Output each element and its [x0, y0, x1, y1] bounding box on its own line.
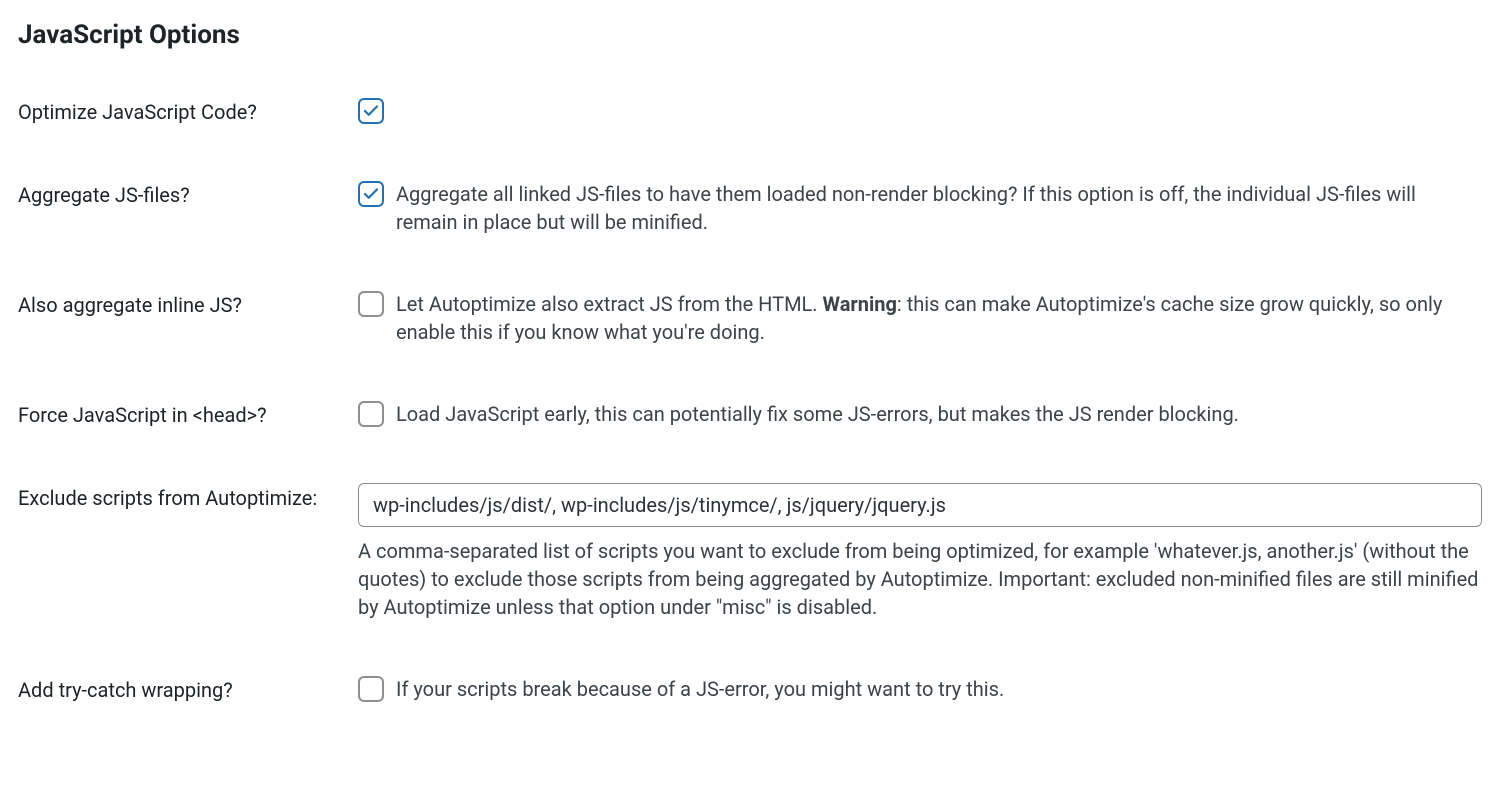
- option-label-optimize: Optimize JavaScript Code?: [18, 97, 358, 126]
- checkbox-force-head[interactable]: [358, 401, 384, 427]
- checkbox-trycatch[interactable]: [358, 676, 384, 702]
- exclude-scripts-input[interactable]: [358, 483, 1482, 527]
- option-label-trycatch: Add try-catch wrapping?: [18, 675, 358, 704]
- section-title: JavaScript Options: [18, 18, 1482, 53]
- checkbox-optimize[interactable]: [358, 98, 384, 124]
- option-label-inline: Also aggregate inline JS?: [18, 290, 358, 319]
- option-desc-inline: Let Autoptimize also extract JS from the…: [396, 290, 1482, 346]
- option-label-force-head: Force JavaScript in <head>?: [18, 400, 358, 429]
- option-row-force-head: Force JavaScript in <head>? Load JavaScr…: [18, 400, 1482, 429]
- checkbox-inline[interactable]: [358, 291, 384, 317]
- option-desc-exclude: A comma-separated list of scripts you wa…: [358, 537, 1482, 621]
- warning-label: Warning: [823, 292, 897, 316]
- option-desc-force-head: Load JavaScript early, this can potentia…: [396, 400, 1239, 428]
- option-row-exclude: Exclude scripts from Autoptimize: A comm…: [18, 483, 1482, 621]
- option-row-trycatch: Add try-catch wrapping? If your scripts …: [18, 675, 1482, 704]
- check-icon: [362, 102, 380, 120]
- option-row-inline: Also aggregate inline JS? Let Autoptimiz…: [18, 290, 1482, 346]
- checkbox-aggregate[interactable]: [358, 181, 384, 207]
- desc-text: Let Autoptimize also extract JS from the…: [396, 292, 823, 316]
- option-label-exclude: Exclude scripts from Autoptimize:: [18, 483, 358, 512]
- option-desc-aggregate: Aggregate all linked JS-files to have th…: [396, 180, 1482, 236]
- check-icon: [362, 185, 380, 203]
- option-label-aggregate: Aggregate JS-files?: [18, 180, 358, 209]
- option-row-optimize: Optimize JavaScript Code?: [18, 97, 1482, 126]
- option-row-aggregate: Aggregate JS-files? Aggregate all linked…: [18, 180, 1482, 236]
- option-desc-trycatch: If your scripts break because of a JS-er…: [396, 675, 1004, 703]
